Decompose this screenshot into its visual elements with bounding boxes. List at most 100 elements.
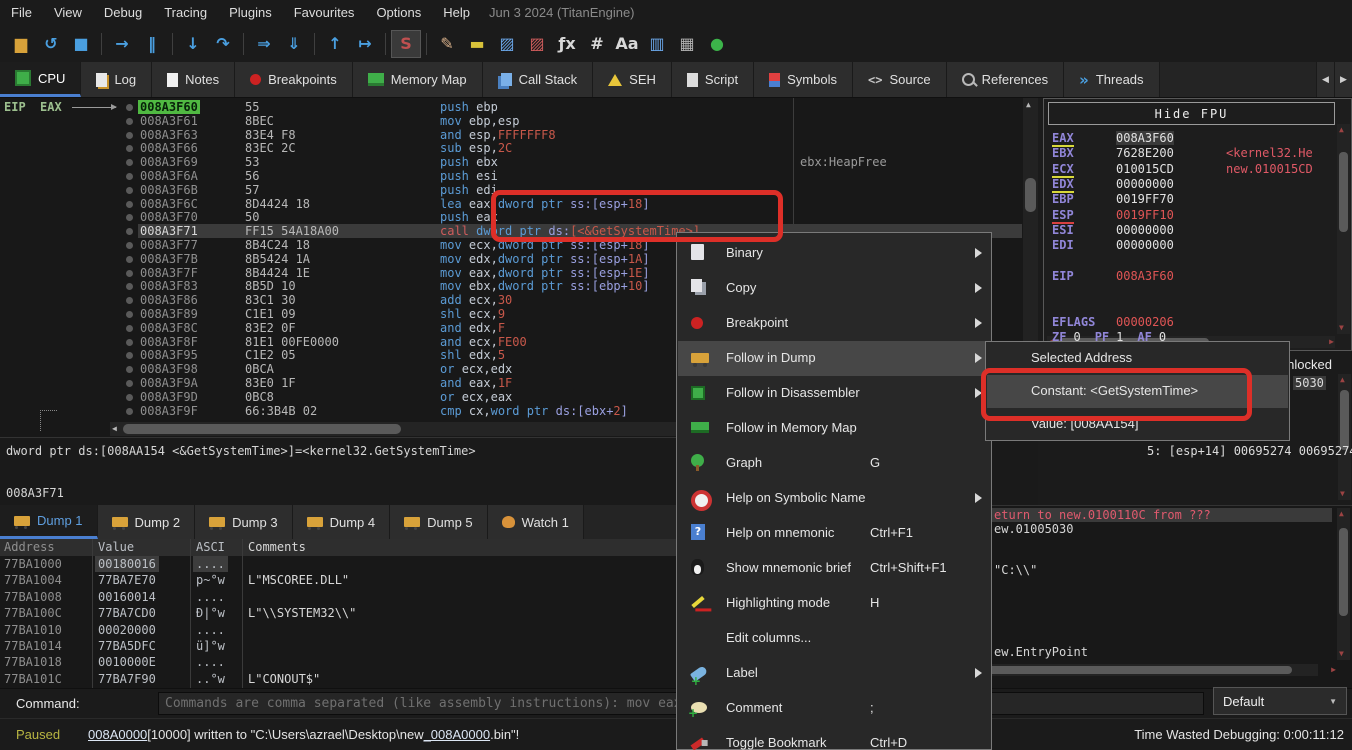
menu-help[interactable]: Help (432, 0, 481, 25)
breakpoint-dot[interactable] (126, 132, 133, 139)
breakpoint-dot[interactable] (126, 118, 133, 125)
register-value[interactable]: 008A3F60 (1116, 131, 1174, 145)
register-value[interactable]: 00000206 (1116, 315, 1174, 329)
breakpoint-dot[interactable] (126, 145, 133, 152)
column-header-asci[interactable]: ASCI (196, 539, 225, 556)
register-value[interactable]: 0019FF10 (1116, 208, 1174, 222)
disasm-row[interactable]: 008A3F6B57push edi (138, 183, 1022, 197)
disasm-row[interactable]: 008A3F6A56push esi (138, 169, 1022, 183)
table-row[interactable]: 77BA100800160014.... (0, 589, 676, 605)
tab-seh[interactable]: SEH (593, 62, 672, 97)
assemble-icon[interactable]: ✎ (432, 30, 462, 58)
menu-item-binary[interactable]: Binary (678, 236, 990, 271)
profile-dropdown[interactable]: Default ▼ (1213, 687, 1347, 715)
disasm-row[interactable]: 008A3F6383E4 F8and esp,FFFFFFF8 (138, 128, 1022, 142)
register-row[interactable]: EBX7628E200<kernel32.He (1052, 146, 1174, 161)
menu-options[interactable]: Options (365, 0, 432, 25)
scrollbar-thumb[interactable] (1340, 390, 1349, 450)
scroll-up-icon[interactable]: ▲ (1339, 510, 1344, 518)
breakpoint-dot[interactable] (126, 201, 133, 208)
calculator-icon[interactable]: ▦ (672, 30, 702, 58)
menu-item-breakpoint[interactable]: Breakpoint (678, 306, 990, 341)
breakpoint-dot[interactable] (126, 380, 133, 387)
register-value[interactable]: 008A3F60 (1116, 269, 1174, 283)
breakpoint-dot[interactable] (126, 408, 133, 415)
menu-debug[interactable]: Debug (93, 0, 153, 25)
scroll-down-icon[interactable]: ▼ (1339, 324, 1344, 332)
animate-icon[interactable]: ⇒ (249, 30, 279, 58)
menu-item-show-mnemonic-brief[interactable]: Show mnemonic briefCtrl+Shift+F1 (678, 551, 990, 586)
tab-memory-map[interactable]: Memory Map (353, 62, 483, 97)
breakpoint-dot[interactable] (126, 339, 133, 346)
register-row[interactable]: EDI00000000 (1052, 238, 1174, 253)
breakpoint-dot[interactable] (126, 394, 133, 401)
stack-row-text[interactable]: ew.EntryPoint (994, 645, 1088, 659)
disasm-row[interactable]: 008A3F6683EC 2Csub esp,2C (138, 141, 1022, 155)
compare-icon[interactable]: ▨ (522, 30, 552, 58)
table-row[interactable]: 77BA10180010000E.... (0, 654, 676, 670)
stack-row-text[interactable]: ew.01005030 (994, 522, 1073, 536)
dump-table[interactable]: AddressValueASCIComments 77BA10000018001… (0, 539, 676, 688)
tab-dump-4[interactable]: Dump 4 (293, 505, 391, 539)
scrollbar-thumb[interactable] (123, 424, 401, 434)
tab-log[interactable]: Log (81, 62, 152, 97)
disasm-row[interactable]: 008A3F7050push eax (138, 210, 1022, 224)
register-row[interactable]: EIP008A3F60 (1052, 269, 1174, 284)
breakpoint-dot[interactable] (126, 311, 133, 318)
register-row[interactable]: EBP0019FF70 (1052, 192, 1174, 207)
breakpoint-dot[interactable] (126, 242, 133, 249)
patches-icon[interactable]: ▨ (492, 30, 522, 58)
open-file-icon[interactable]: ▆ (6, 30, 36, 58)
scrollbar-thumb[interactable] (1025, 178, 1036, 212)
breakpoint-dot[interactable] (126, 159, 133, 166)
register-row[interactable]: ECX010015CDnew.010015CD (1052, 162, 1174, 177)
register-row[interactable]: ESI00000000 (1052, 223, 1174, 238)
submenu-item-value-008aa154-[interactable]: Value: [008AA154] (987, 408, 1288, 441)
disasm-row[interactable]: 008A3F6C8D4424 18lea eax,dword ptr ss:[e… (138, 197, 1022, 211)
disasm-row[interactable]: 008A3F6055push ebp (138, 100, 1022, 114)
annotate-icon[interactable]: ▬ (462, 30, 492, 58)
breakpoint-dot[interactable] (126, 228, 133, 235)
stack-row-text[interactable]: eturn to new.0100110C from ??? (994, 508, 1211, 522)
menu-item-follow-in-disassembler[interactable]: Follow in Disassembler (678, 376, 990, 411)
register-value[interactable]: 0019FF70 (1116, 192, 1174, 206)
favourites-icon[interactable]: ● (702, 30, 732, 58)
breakpoint-dot[interactable] (126, 352, 133, 359)
menu-file[interactable]: File (0, 0, 43, 25)
register-value[interactable]: 00000000 (1116, 238, 1174, 252)
menu-item-follow-in-dump[interactable]: Follow in Dump (678, 341, 990, 376)
scroll-up-icon[interactable]: ▲ (1340, 376, 1345, 384)
tab-scroll-right-button[interactable]: ▶ (1334, 62, 1352, 97)
menu-item-graph[interactable]: GraphG (678, 446, 990, 481)
scroll-up-icon[interactable]: ▲ (1339, 126, 1344, 134)
table-row[interactable]: 77BA100477BA7E70p~°wL"MSCOREE.DLL" (0, 572, 676, 588)
table-row[interactable]: 77BA101000020000.... (0, 622, 676, 638)
scroll-right-icon[interactable]: ▶ (1331, 666, 1336, 674)
register-value[interactable]: 00000000 (1116, 177, 1174, 191)
tab-dump-2[interactable]: Dump 2 (98, 505, 196, 539)
tab-scroll-left-button[interactable]: ◀ (1316, 62, 1334, 97)
tab-dump-5[interactable]: Dump 5 (390, 505, 488, 539)
register-row[interactable]: ESP0019FF10 (1052, 208, 1174, 223)
hide-fpu-button[interactable]: Hide FPU (1048, 102, 1335, 125)
scroll-right-icon[interactable]: ▶ (1329, 338, 1334, 346)
menu-plugins[interactable]: Plugins (218, 0, 283, 25)
scrollbar-thumb[interactable] (1339, 528, 1348, 616)
status-message-segment[interactable]: 008A0000 (88, 727, 147, 742)
tab-threads[interactable]: »Threads (1064, 62, 1159, 97)
tab-source[interactable]: <>Source (853, 62, 947, 97)
menu-item-edit-columns-[interactable]: Edit columns... (678, 621, 990, 656)
menu-item-toggle-bookmark[interactable]: Toggle BookmarkCtrl+D (678, 726, 990, 750)
tab-breakpoints[interactable]: Breakpoints (235, 62, 353, 97)
stack-v-scrollbar[interactable]: ▲ ▼ (1337, 508, 1350, 660)
breakpoint-dot[interactable] (126, 283, 133, 290)
table-row[interactable]: 77BA100000180016.... (0, 556, 676, 572)
breakpoint-dot[interactable] (126, 256, 133, 263)
tab-watch-1[interactable]: Watch 1 (488, 505, 584, 539)
tab-dump-3[interactable]: Dump 3 (195, 505, 293, 539)
hash-icon[interactable]: # (582, 30, 612, 58)
args-v-scrollbar[interactable]: ▲ ▼ (1338, 374, 1351, 500)
column-header-value[interactable]: Value (98, 539, 134, 556)
breakpoint-dot[interactable] (126, 325, 133, 332)
scrollbar-thumb[interactable] (1339, 152, 1348, 232)
